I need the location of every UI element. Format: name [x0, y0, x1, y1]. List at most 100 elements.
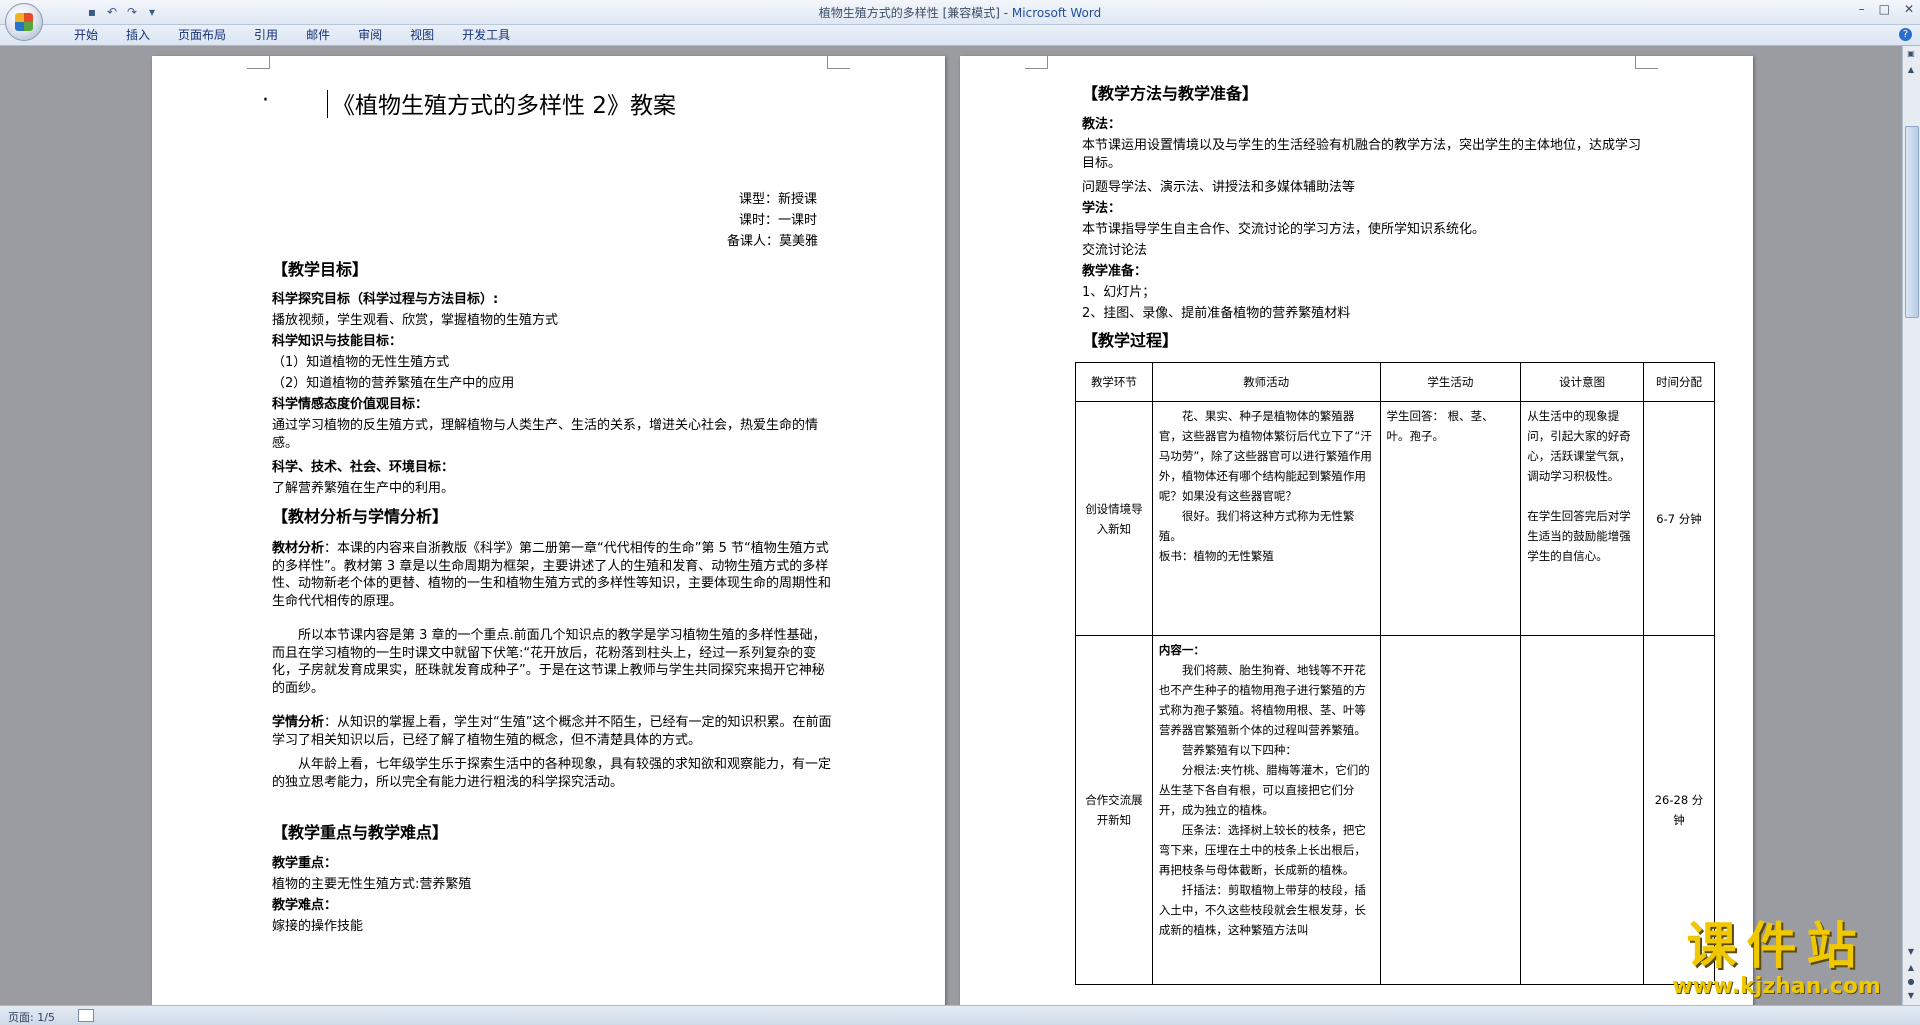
- difficulty-text: 嫁接的操作技能: [272, 919, 364, 934]
- next-page-icon[interactable]: ▼: [1905, 990, 1917, 1002]
- section-heading-analysis: 【教材分析与学情分析】: [272, 507, 449, 526]
- maximize-icon[interactable]: □: [1879, 2, 1890, 16]
- table-cell-stage: 创设情境导入新知: [1075, 401, 1153, 636]
- bullet-mark: ·: [262, 88, 269, 113]
- preparation-item-1: 1、幻灯片；: [1082, 285, 1156, 300]
- teacher-activity-text: 分根法:夹竹桃、腊梅等灌木，它们的丛生茎下各自有根，可以直接把它们分开，成为独立…: [1158, 763, 1370, 817]
- goal1-text: 播放视频，学生观看、欣赏，掌握植物的生殖方式: [272, 313, 559, 328]
- analysis-textbook: 教材分析：本课的内容来自浙教版《科学》第二册第一章“代代相传的生命”第 5 节“…: [272, 541, 832, 609]
- section-heading-methods: 【教学方法与教学准备】: [1082, 84, 1259, 103]
- teacher-activity-text: 内容一：: [1158, 643, 1205, 657]
- preparation-heading: 教学准备：: [1082, 264, 1148, 279]
- teacher-activity-text: 扦插法：剪取植物上带芽的枝段，插入土中，不久这些枝段就会生根发芽，长成新的植株，…: [1158, 883, 1366, 937]
- goal3-text: 通过学习植物的反生殖方式，理解植物与人类生产、生活的关系，增进关心社会，热爱生命…: [272, 418, 819, 451]
- ruler-toggle-icon[interactable]: ▣: [1905, 48, 1917, 60]
- help-icon[interactable]: ?: [1899, 28, 1912, 41]
- close-icon[interactable]: ✕: [1904, 2, 1914, 16]
- teacher-activity-text: 营养繁殖有以下四种：: [1181, 743, 1297, 757]
- section-heading-goals: 【教学目标】: [272, 260, 369, 279]
- scroll-down-icon[interactable]: ▼: [1905, 946, 1917, 958]
- learning-method-list: 交流讨论法: [1082, 243, 1148, 258]
- goal1-heading: 科学探究目标（科学过程与方法目标）:: [272, 292, 499, 307]
- teaching-method-list: 问题导学法、演示法、讲授法和多媒体辅助法等: [1082, 180, 1356, 195]
- page-indicator[interactable]: 页面: 1/5: [8, 1009, 55, 1025]
- teaching-method-text: 本节课运用设置情境以及与学生的生活经验有机融合的教学方法，突出学生的主体地位，达…: [1082, 138, 1642, 171]
- browse-object-icon[interactable]: ●: [1905, 976, 1917, 988]
- teacher-activity-text: 压条法：选择树上较长的枝条，把它弯下来，压埋在土中的枝条上长出根后，再把枝条与母…: [1158, 823, 1366, 877]
- teacher-activity-text: 花、果实、种子是植物体的繁殖器官，这些器官为植物体繁衍后代立下了“汗马功劳”，除…: [1158, 409, 1372, 503]
- table-header: 时间分配: [1643, 362, 1715, 402]
- table-row: 创设情境导入新知 花、果实、种子是植物体的繁殖器官，这些器官为植物体繁衍后代立下…: [1075, 401, 1715, 636]
- meta-preparer: 备课人：莫美雅: [727, 234, 819, 249]
- learning-method-text: 本节课指导学生自主合作、交流讨论的学习方法，使所学知识系统化。: [1082, 222, 1486, 237]
- scroll-up-icon[interactable]: ▲: [1905, 64, 1917, 76]
- tab-review[interactable]: 审阅: [344, 28, 396, 42]
- scroll-thumb[interactable]: [1905, 126, 1919, 318]
- tab-home[interactable]: 开始: [60, 28, 112, 42]
- vertical-scrollbar[interactable]: ▣ ▲ ▼ ▲ ● ▼: [1902, 46, 1920, 1006]
- key-point-heading: 教学重点：: [272, 856, 338, 871]
- analysis-students: 学情分析：从知识的掌握上看，学生对“生殖”这个概念并不陌生，已经有一定的知识积累…: [272, 715, 832, 748]
- teacher-activity-text: 我们将蕨、胎生狗脊、地钱等不开花也不产生种子的植物用孢子进行繁殖的方式称为孢子繁…: [1158, 663, 1366, 737]
- table-cell-teacher: 花、果实、种子是植物体的繁殖器官，这些器官为植物体繁衍后代立下了“汗马功劳”，除…: [1151, 401, 1381, 636]
- page-2: 【教学方法与教学准备】 教法： 本节课运用设置情境以及与学生的生活经验有机融合的…: [960, 56, 1753, 1006]
- goal2-heading: 科学知识与技能目标：: [272, 334, 403, 349]
- table-cell-stage: 合作交流展开新知: [1075, 635, 1153, 985]
- document-area: · 《植物生殖方式的多样性 2》教案 课型：新授课 课时：一课时 备课人：莫美雅…: [0, 46, 1903, 1006]
- crop-mark: [247, 56, 270, 69]
- intent-text: 在学生回答完后对学生适当的鼓励能增强学生的自信心。: [1527, 509, 1631, 563]
- meta-lesson-hours: 课时：一课时: [739, 213, 818, 228]
- preparation-item-2: 2、挂图、录像、提前准备植物的营养繁殖材料: [1082, 306, 1351, 321]
- office-button[interactable]: [5, 3, 43, 41]
- goal3-heading: 科学情感态度价值观目标：: [272, 397, 429, 412]
- teacher-activity-text: 很好。我们将这种方式称为无性繁殖。: [1158, 509, 1355, 543]
- crop-mark: [1635, 56, 1658, 69]
- proofing-icon[interactable]: [78, 1009, 94, 1022]
- table-header: 教师活动: [1151, 362, 1381, 402]
- meta-lesson-type: 课型：新授课: [739, 192, 818, 207]
- table-header: 学生活动: [1379, 362, 1522, 402]
- tab-insert[interactable]: 插入: [112, 28, 164, 42]
- watermark: 课件站 www.kjzhan.com: [1659, 917, 1894, 1005]
- tab-view[interactable]: 视图: [396, 28, 448, 42]
- analysis-textbook-2: 所以本节课内容是第 3 章的一个重点.前面几个知识点的教学是学习植物生殖的多样性…: [272, 628, 826, 696]
- crop-mark: [1025, 56, 1048, 69]
- crop-mark: [827, 56, 850, 69]
- tab-page-layout[interactable]: 页面布局: [164, 28, 240, 42]
- tab-developer[interactable]: 开发工具: [448, 28, 524, 42]
- title-bar: ▪ ↶ ↷ ▾ 植物生殖方式的多样性 [兼容模式] - Microsoft Wo…: [0, 0, 1920, 25]
- analysis-students-2: 从年龄上看，七年级学生乐于探索生活中的各种现象，具有较强的求知欲和观察能力，有一…: [272, 757, 832, 790]
- goal4-text: 了解营养繁殖在生产中的利用。: [272, 481, 455, 496]
- process-table: 教学环节 教师活动 学生活动 设计意图 时间分配 创设情境导入新知 花、果实、种…: [1075, 362, 1715, 985]
- tab-mailings[interactable]: 邮件: [292, 28, 344, 42]
- intent-text: 从生活中的现象提问，引起大家的好奇心，活跃课堂气氛，调动学习积极性。: [1527, 409, 1631, 483]
- table-cell-student: [1379, 635, 1522, 985]
- status-bar: 页面: 1/5: [0, 1005, 1920, 1025]
- key-point-text: 植物的主要无性生殖方式:营养繁殖: [272, 877, 472, 892]
- table-cell-intent: 从生活中的现象提问，引起大家的好奇心，活跃课堂气氛，调动学习积极性。 在学生回答…: [1520, 401, 1645, 636]
- minimize-icon[interactable]: –: [1859, 2, 1865, 16]
- ribbon-tabs: 开始 插入 页面布局 引用 邮件 审阅 视图 开发工具 ?: [0, 25, 1920, 46]
- teacher-activity-text: 板书：植物的无性繁殖: [1158, 549, 1274, 563]
- learning-method-heading: 学法：: [1082, 201, 1122, 216]
- window-title: 植物生殖方式的多样性 [兼容模式] - Microsoft Word: [818, 6, 1102, 20]
- table-cell-teacher: 内容一： 我们将蕨、胎生狗脊、地钱等不开花也不产生种子的植物用孢子进行繁殖的方式…: [1151, 635, 1381, 985]
- watermark-url: www.kjzhan.com: [1672, 974, 1881, 999]
- text-cursor: [327, 90, 328, 118]
- page-1: · 《植物生殖方式的多样性 2》教案 课型：新授课 课时：一课时 备课人：莫美雅…: [152, 56, 945, 1006]
- tab-references[interactable]: 引用: [240, 28, 292, 42]
- difficulty-heading: 教学难点：: [272, 898, 338, 913]
- teaching-method-heading: 教法：: [1082, 117, 1122, 132]
- table-cell-student: 学生回答： 根、茎、叶。孢子。: [1379, 401, 1522, 636]
- previous-page-icon[interactable]: ▲: [1905, 962, 1917, 974]
- watermark-text: 课件站: [1686, 916, 1867, 975]
- goal4-heading: 科学、技术、社会、环境目标：: [272, 460, 455, 475]
- table-cell-intent: [1520, 635, 1645, 985]
- office-logo-icon: [15, 13, 33, 31]
- table-cell-time: 6-7 分钟: [1643, 401, 1715, 636]
- table-header: 设计意图: [1520, 362, 1645, 402]
- goal2-text-1: （1）知道植物的无性生殖方式: [272, 355, 450, 370]
- doc-title: 《植物生殖方式的多样性 2》教案: [332, 93, 676, 119]
- section-heading-process: 【教学过程】: [1082, 331, 1179, 350]
- table-header-row: 教学环节 教师活动 学生活动 设计意图 时间分配: [1075, 362, 1715, 402]
